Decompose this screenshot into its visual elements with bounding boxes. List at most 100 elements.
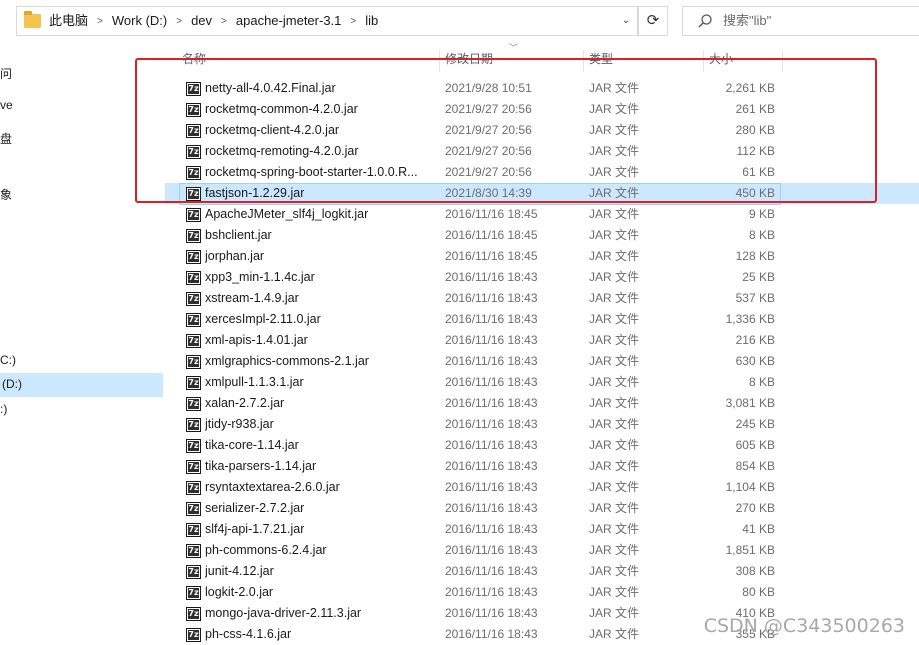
nav-item-fragment[interactable]: 象	[0, 186, 12, 203]
file-name: xmlpull-1.1.3.1.jar	[205, 375, 304, 389]
search-input[interactable]: 搜索"lib"	[682, 6, 919, 36]
breadcrumb-dev[interactable]: dev	[189, 7, 214, 35]
file-row[interactable]: serializer-2.7.2.jar 2016/11/16 18:43 JAR …	[165, 498, 919, 519]
file-name: serializer-2.7.2.jar	[205, 501, 305, 515]
file-row[interactable]: xstream-1.4.9.jar 2016/11/16 18:43 JAR 文件 5…	[165, 288, 919, 309]
column-header-type[interactable]: 类型	[583, 50, 703, 72]
nav-item-fragment[interactable]: 问	[0, 65, 12, 82]
file-size: 128 KB	[735, 249, 775, 263]
chevron-right-icon[interactable]: >	[343, 8, 363, 36]
file-date: 2016/11/16 18:45	[445, 249, 538, 263]
file-row[interactable]: bshclient.jar 2016/11/16 18:45 JAR 文件 8 KB	[165, 225, 919, 246]
chevron-right-icon[interactable]: >	[214, 8, 234, 36]
address-bar[interactable]: 此电脑 > Work (D:) > dev > apache-jmeter-3.1 > lib …	[16, 6, 638, 36]
file-type: JAR 文件	[589, 123, 640, 137]
file-row[interactable]: tika-core-1.14.jar 2016/11/16 18:43 JAR 文件…	[165, 435, 919, 456]
file-name: xpp3_min-1.1.4c.jar	[205, 270, 315, 284]
file-date: 2016/11/16 18:43	[445, 522, 538, 536]
file-name: jtidy-r938.jar	[205, 417, 274, 431]
file-row[interactable]: tika-parsers-1.14.jar 2016/11/16 18:43 JAR…	[165, 456, 919, 477]
file-type: JAR 文件	[589, 144, 640, 158]
file-date: 2016/11/16 18:43	[445, 606, 538, 620]
breadcrumb-lib[interactable]: lib	[363, 7, 380, 35]
nav-item-c-drive[interactable]: C:)	[0, 353, 16, 367]
file-name: rsyntaxtextarea-2.6.0.jar	[205, 480, 340, 494]
file-date: 2016/11/16 18:43	[445, 459, 538, 473]
file-type: JAR 文件	[589, 270, 640, 284]
file-name: rocketmq-common-4.2.0.jar	[205, 102, 358, 116]
watermark: CSDN @C343500263	[703, 615, 905, 637]
jar-file-icon	[186, 145, 201, 159]
file-row[interactable]: rsyntaxtextarea-2.6.0.jar 2016/11/16 18:4…	[165, 477, 919, 498]
file-name: junit-4.12.jar	[205, 564, 274, 578]
jar-file-icon	[186, 565, 201, 579]
file-type: JAR 文件	[589, 564, 640, 578]
file-row[interactable]: junit-4.12.jar 2016/11/16 18:43 JAR 文件 308 …	[165, 561, 919, 582]
file-type: JAR 文件	[589, 543, 640, 557]
chevron-down-icon[interactable]: ⌄	[615, 7, 637, 35]
column-header-date[interactable]: 修改日期	[439, 50, 583, 72]
file-row[interactable]: logkit-2.0.jar 2016/11/16 18:43 JAR 文件 80 K…	[165, 582, 919, 603]
jar-file-icon	[186, 313, 201, 327]
file-row[interactable]: rocketmq-spring-boot-starter-1.0.0.R... 2…	[165, 162, 919, 183]
jar-file-icon	[186, 82, 201, 96]
file-date: 2016/11/16 18:43	[445, 417, 538, 431]
breadcrumb-this-pc[interactable]: 此电脑	[47, 7, 90, 35]
file-type: JAR 文件	[589, 522, 640, 536]
file-row[interactable]: xml-apis-1.4.01.jar 2016/11/16 18:43 JAR 文…	[165, 330, 919, 351]
file-name: mongo-java-driver-2.11.3.jar	[205, 606, 362, 620]
nav-item-fragment[interactable]: ve	[0, 98, 13, 112]
file-name: xstream-1.4.9.jar	[205, 291, 299, 305]
file-type: JAR 文件	[589, 417, 640, 431]
breadcrumb: 此电脑 > Work (D:) > dev > apache-jmeter-3.1 > lib	[47, 7, 380, 35]
file-size: 1,336 KB	[725, 312, 775, 326]
file-row[interactable]: jorphan.jar 2016/11/16 18:45 JAR 文件 128 KB	[165, 246, 919, 267]
file-row[interactable]: xercesImpl-2.11.0.jar 2016/11/16 18:43 JAR…	[165, 309, 919, 330]
column-header-name[interactable]: 名称	[177, 50, 439, 72]
column-headers: ﹀ 名称 修改日期 类型 大小	[165, 43, 919, 72]
column-header-size[interactable]: 大小	[703, 50, 783, 72]
jar-file-icon	[186, 229, 201, 243]
file-date: 2016/11/16 18:43	[445, 480, 538, 494]
file-row[interactable]: fastjson-1.2.29.jar 2021/8/30 14:39 JAR 文件…	[165, 183, 919, 205]
file-row[interactable]: rocketmq-client-4.2.0.jar 2021/9/27 20:56…	[165, 120, 919, 141]
file-row[interactable]: ph-commons-6.2.4.jar 2016/11/16 18:43 JAR …	[165, 540, 919, 561]
file-date: 2016/11/16 18:43	[445, 501, 538, 515]
breadcrumb-apache-jmeter[interactable]: apache-jmeter-3.1	[234, 7, 344, 35]
file-date: 2016/11/16 18:43	[445, 396, 538, 410]
file-type: JAR 文件	[589, 249, 640, 263]
file-type: JAR 文件	[589, 102, 640, 116]
file-row[interactable]: xalan-2.7.2.jar 2016/11/16 18:43 JAR 文件 3,0…	[165, 393, 919, 414]
file-date: 2016/11/16 18:43	[445, 438, 538, 452]
nav-item-d-drive[interactable]	[0, 373, 163, 397]
chevron-right-icon[interactable]: >	[169, 8, 189, 36]
refresh-button[interactable]: ⟳	[638, 6, 668, 36]
refresh-icon: ⟳	[646, 12, 660, 29]
file-row[interactable]: ApacheJMeter_slf4j_logkit.jar 2016/11/16 …	[165, 204, 919, 225]
breadcrumb-work-drive[interactable]: Work (D:)	[110, 7, 169, 35]
file-row[interactable]: slf4j-api-1.7.21.jar 2016/11/16 18:43 JAR …	[165, 519, 919, 540]
file-type: JAR 文件	[589, 312, 640, 326]
jar-file-icon	[186, 481, 201, 495]
jar-file-icon	[186, 208, 201, 222]
file-row[interactable]: rocketmq-common-4.2.0.jar 2021/9/27 20:56…	[165, 99, 919, 120]
file-size: 605 KB	[735, 438, 775, 452]
file-size: 450 KB	[735, 186, 775, 200]
jar-file-icon	[186, 418, 201, 432]
nav-item-fragment[interactable]: :)	[0, 402, 7, 416]
file-row[interactable]: jtidy-r938.jar 2016/11/16 18:43 JAR 文件 245 …	[165, 414, 919, 435]
jar-file-icon	[186, 103, 201, 117]
file-date: 2016/11/16 18:43	[445, 585, 538, 599]
jar-file-icon	[186, 460, 201, 474]
file-row[interactable]: xpp3_min-1.1.4c.jar 2016/11/16 18:43 JAR 文…	[165, 267, 919, 288]
file-row[interactable]: rocketmq-remoting-4.2.0.jar 2021/9/27 20:…	[165, 141, 919, 162]
nav-item-fragment[interactable]: 盘	[0, 130, 12, 147]
file-row[interactable]: xmlpull-1.1.3.1.jar 2016/11/16 18:43 JAR 文…	[165, 372, 919, 393]
chevron-right-icon[interactable]: >	[90, 8, 110, 36]
file-row[interactable]: xmlgraphics-commons-2.1.jar 2016/11/16 18…	[165, 351, 919, 372]
file-row[interactable]: netty-all-4.0.42.Final.jar 2021/9/28 10:5…	[165, 78, 919, 99]
file-name: ApacheJMeter_slf4j_logkit.jar	[205, 207, 369, 221]
file-size: 630 KB	[735, 354, 775, 368]
file-name: slf4j-api-1.7.21.jar	[205, 522, 305, 536]
file-name: xmlgraphics-commons-2.1.jar	[205, 354, 369, 368]
